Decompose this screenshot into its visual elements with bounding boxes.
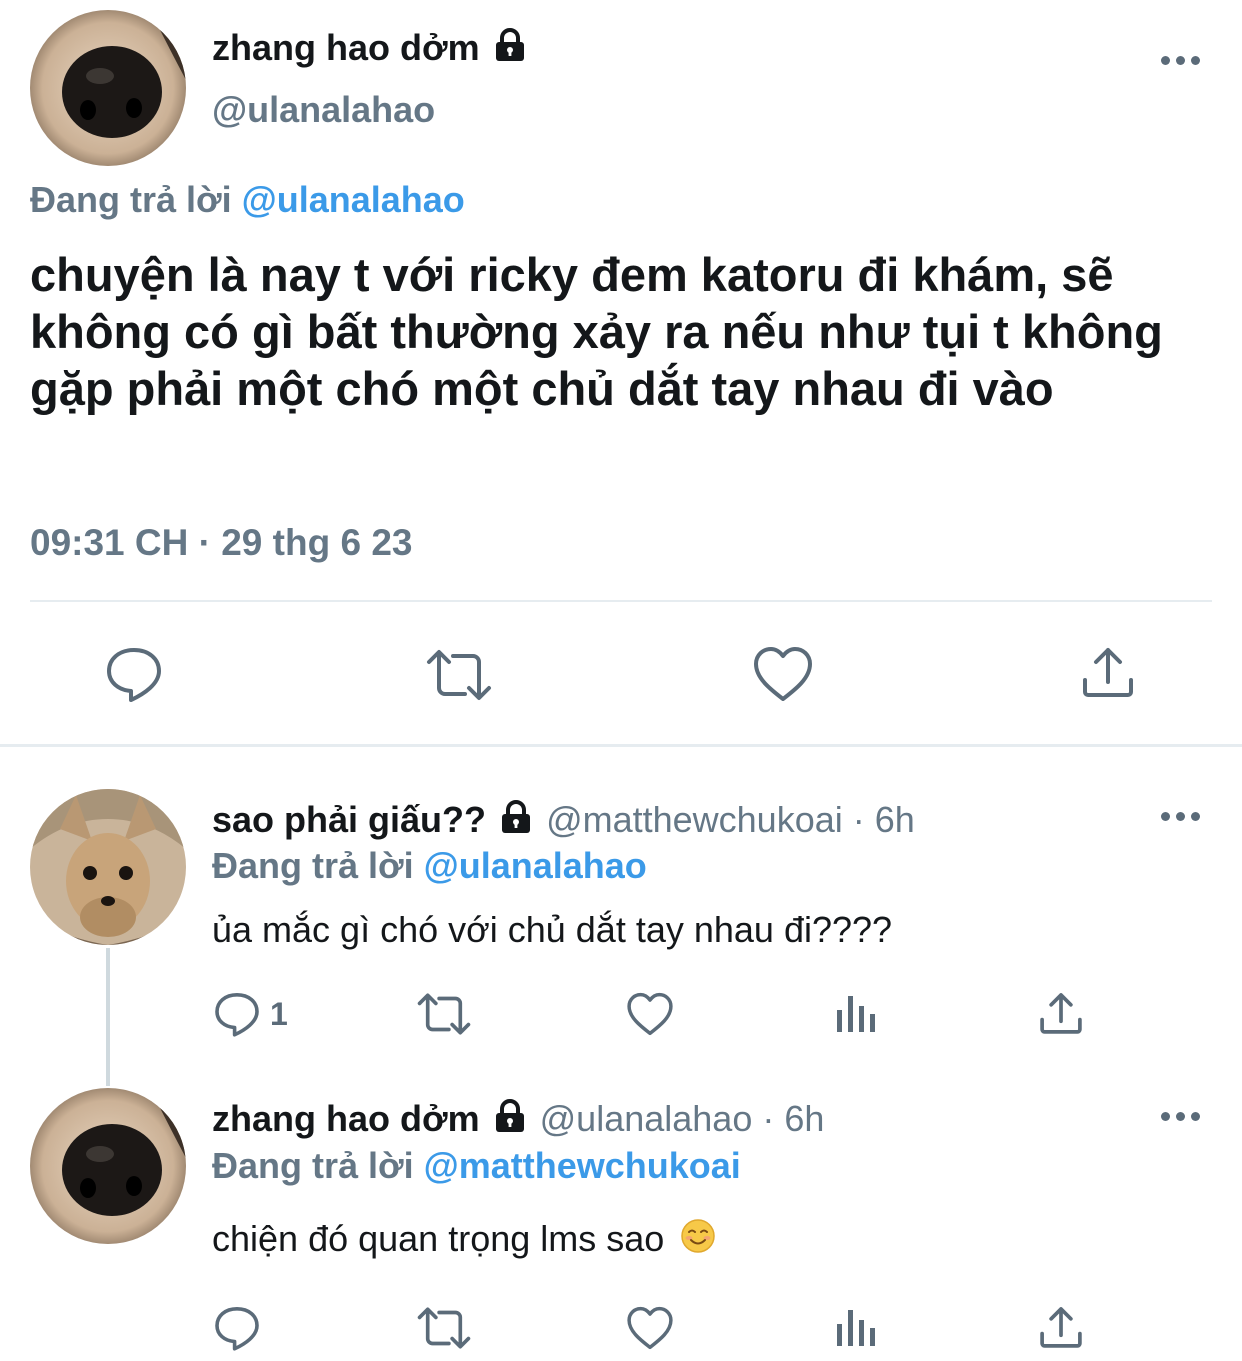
tweet-timestamp[interactable]: 09:31 CH · 29 thg 6 23 — [30, 520, 412, 566]
like-icon[interactable] — [752, 645, 814, 703]
replying-to-link[interactable]: @ulanalahao — [242, 179, 465, 220]
avatar-chihuahua[interactable] — [30, 789, 186, 945]
reply-2-body: chiện đó quan trọng lms sao — [212, 1217, 716, 1264]
lock-icon — [500, 800, 532, 844]
display-name-text: zhang hao dởm — [212, 27, 480, 68]
avatar-dog-nose[interactable] — [30, 10, 186, 166]
reply-1-text: ủa mắc gì chó với chủ dắt tay nhau đi???… — [212, 909, 893, 950]
reply-2-header: zhang hao dởm @ulanalahao · 6h — [212, 1097, 824, 1143]
retweet-icon[interactable] — [425, 648, 493, 702]
avatar-dog-nose[interactable] — [30, 1088, 186, 1244]
smiling-emoji — [680, 1218, 716, 1264]
main-display-name[interactable]: zhang hao dởm — [212, 26, 526, 72]
lock-icon — [494, 28, 526, 72]
reply-2-handle[interactable]: @ulanalahao — [540, 1098, 753, 1139]
more-options-icon[interactable] — [1161, 56, 1200, 65]
retweet-icon[interactable] — [416, 1306, 472, 1350]
replying-prefix: Đang trả lời — [212, 1145, 414, 1186]
replying-to-link[interactable]: @matthewchukoai — [424, 1145, 741, 1186]
reply-2-text: chiện đó quan trọng lms sao — [212, 1218, 665, 1259]
like-icon[interactable] — [626, 991, 674, 1037]
share-icon[interactable] — [1038, 1304, 1084, 1350]
reply-count: 1 — [270, 996, 288, 1032]
share-icon[interactable] — [1038, 990, 1084, 1036]
reply-icon[interactable] — [213, 990, 261, 1038]
reply-1-display-name[interactable]: sao phải giấu?? — [212, 799, 486, 840]
replying-to-link[interactable]: @ulanalahao — [424, 845, 647, 886]
reply-2-time[interactable]: · 6h — [762, 1098, 824, 1139]
share-icon[interactable] — [1080, 644, 1136, 700]
reply-1-time[interactable]: · 6h — [853, 799, 915, 840]
replying-prefix: Đang trả lời — [212, 845, 414, 886]
reply-icon[interactable] — [104, 644, 164, 704]
lock-icon — [494, 1099, 526, 1143]
more-options-icon[interactable] — [1161, 1112, 1200, 1121]
reply-2-display-name[interactable]: zhang hao dởm — [212, 1098, 480, 1139]
replying-to-line: Đang trả lời @ulanalahao — [30, 178, 465, 222]
analytics-icon[interactable] — [834, 1306, 878, 1350]
reply-1-replying-line: Đang trả lời @ulanalahao — [212, 844, 647, 888]
reply-1-handle[interactable]: @matthewchukoai — [546, 799, 843, 840]
divider — [30, 600, 1212, 602]
retweet-icon[interactable] — [416, 992, 472, 1036]
reply-2-replying-line: Đang trả lời @matthewchukoai — [212, 1144, 741, 1188]
section-divider — [0, 744, 1242, 747]
reply-icon[interactable] — [213, 1304, 261, 1352]
like-icon[interactable] — [626, 1305, 674, 1351]
main-handle[interactable]: @ulanalahao — [212, 88, 435, 132]
tweet-text: chuyện là nay t với ricky đem katoru đi … — [30, 248, 1163, 415]
reply-1-header: sao phải giấu?? @matthewchukoai · 6h — [212, 798, 915, 844]
analytics-icon[interactable] — [834, 992, 878, 1036]
replying-prefix: Đang trả lời — [30, 179, 232, 220]
more-options-icon[interactable] — [1161, 812, 1200, 821]
thread-line — [106, 948, 110, 1086]
